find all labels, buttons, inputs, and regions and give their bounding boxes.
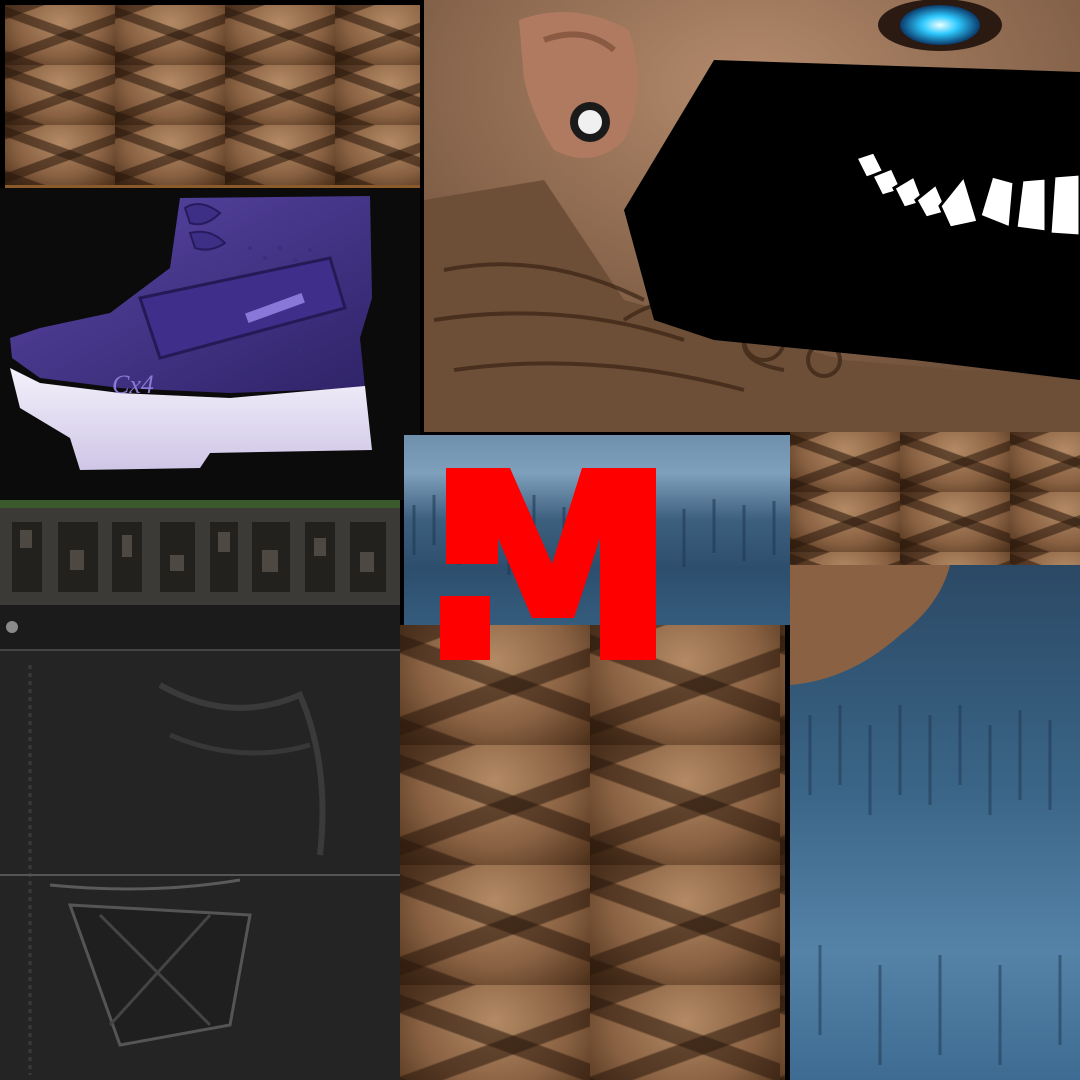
red-m-logo: .M [440,468,656,660]
sneaker-illustration: Cx4 [0,188,420,500]
texture-strip-tile [0,500,400,605]
strip-pattern [0,500,400,605]
face-mask-illustration [424,0,1080,432]
tattoo-scales-tile-top [5,5,420,188]
black-jeans-tile [0,605,400,1080]
m-logo-glyph [440,468,656,660]
sneaker-tile: Cx4 [0,188,420,500]
face-mask-tile [424,0,1080,432]
texture-atlas: Cx4 [0,0,1080,1080]
blue-denim-texture [790,565,1062,1065]
tattoo-scales-tile-center [400,625,785,1080]
shoe-logo-text: Cx4 [112,370,154,399]
black-jeans-illustration [0,605,400,1080]
blue-denim-tile [790,565,1080,1080]
